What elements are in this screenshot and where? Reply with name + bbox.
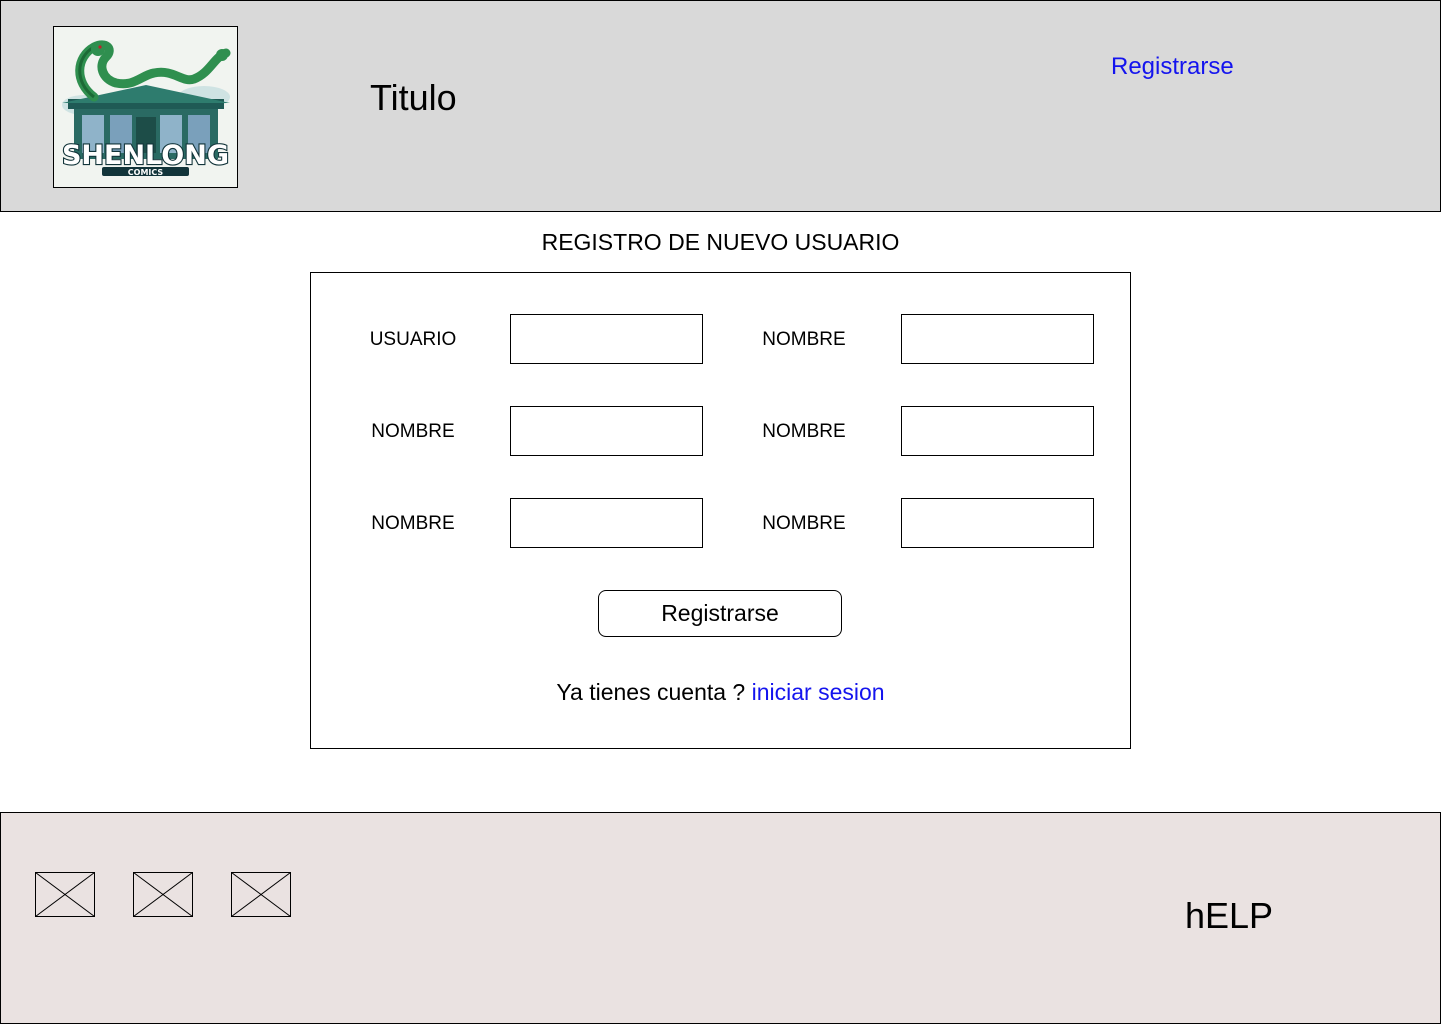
register-link[interactable]: Registrarse	[1111, 53, 1234, 81]
registration-form: USUARIO NOMBRE NOMBRE NOMBRE NOMBRE NOMB…	[310, 272, 1131, 749]
nombre-input[interactable]	[901, 314, 1094, 364]
nombre-input[interactable]	[510, 498, 703, 548]
register-submit-button[interactable]: Registrarse	[598, 590, 842, 637]
page-title: Titulo	[370, 77, 457, 118]
logo-subtext: COMICS	[128, 168, 164, 177]
nombre-input[interactable]	[901, 498, 1094, 548]
field-label-nombre: NOMBRE	[762, 513, 846, 534]
header: SHENLONG COMICS Titulo Registrarse	[0, 0, 1441, 212]
image-placeholder-icon[interactable]	[35, 872, 95, 917]
logo-wordmark: SHENLONG	[62, 140, 229, 171]
nombre-input[interactable]	[901, 406, 1094, 456]
login-link[interactable]: iniciar sesion	[752, 679, 885, 705]
login-prompt-text: Ya tienes cuenta ?	[556, 679, 752, 705]
field-label-usuario: USUARIO	[369, 329, 457, 350]
field-label-nombre: NOMBRE	[371, 421, 455, 442]
field-label-nombre: NOMBRE	[762, 329, 846, 350]
image-placeholder-icon[interactable]	[133, 872, 193, 917]
form-heading: REGISTRO DE NUEVO USUARIO	[541, 229, 900, 255]
usuario-input[interactable]	[510, 314, 703, 364]
login-prompt-line: Ya tienes cuenta ? iniciar sesion	[311, 679, 1130, 706]
nombre-input[interactable]	[510, 406, 703, 456]
field-label-nombre: NOMBRE	[762, 421, 846, 442]
help-link[interactable]: hELP	[1185, 895, 1273, 937]
image-placeholder-icon[interactable]	[231, 872, 291, 917]
shenlong-logo[interactable]: SHENLONG COMICS	[53, 26, 238, 188]
field-label-nombre: NOMBRE	[371, 513, 455, 534]
footer: hELP	[0, 812, 1441, 1024]
